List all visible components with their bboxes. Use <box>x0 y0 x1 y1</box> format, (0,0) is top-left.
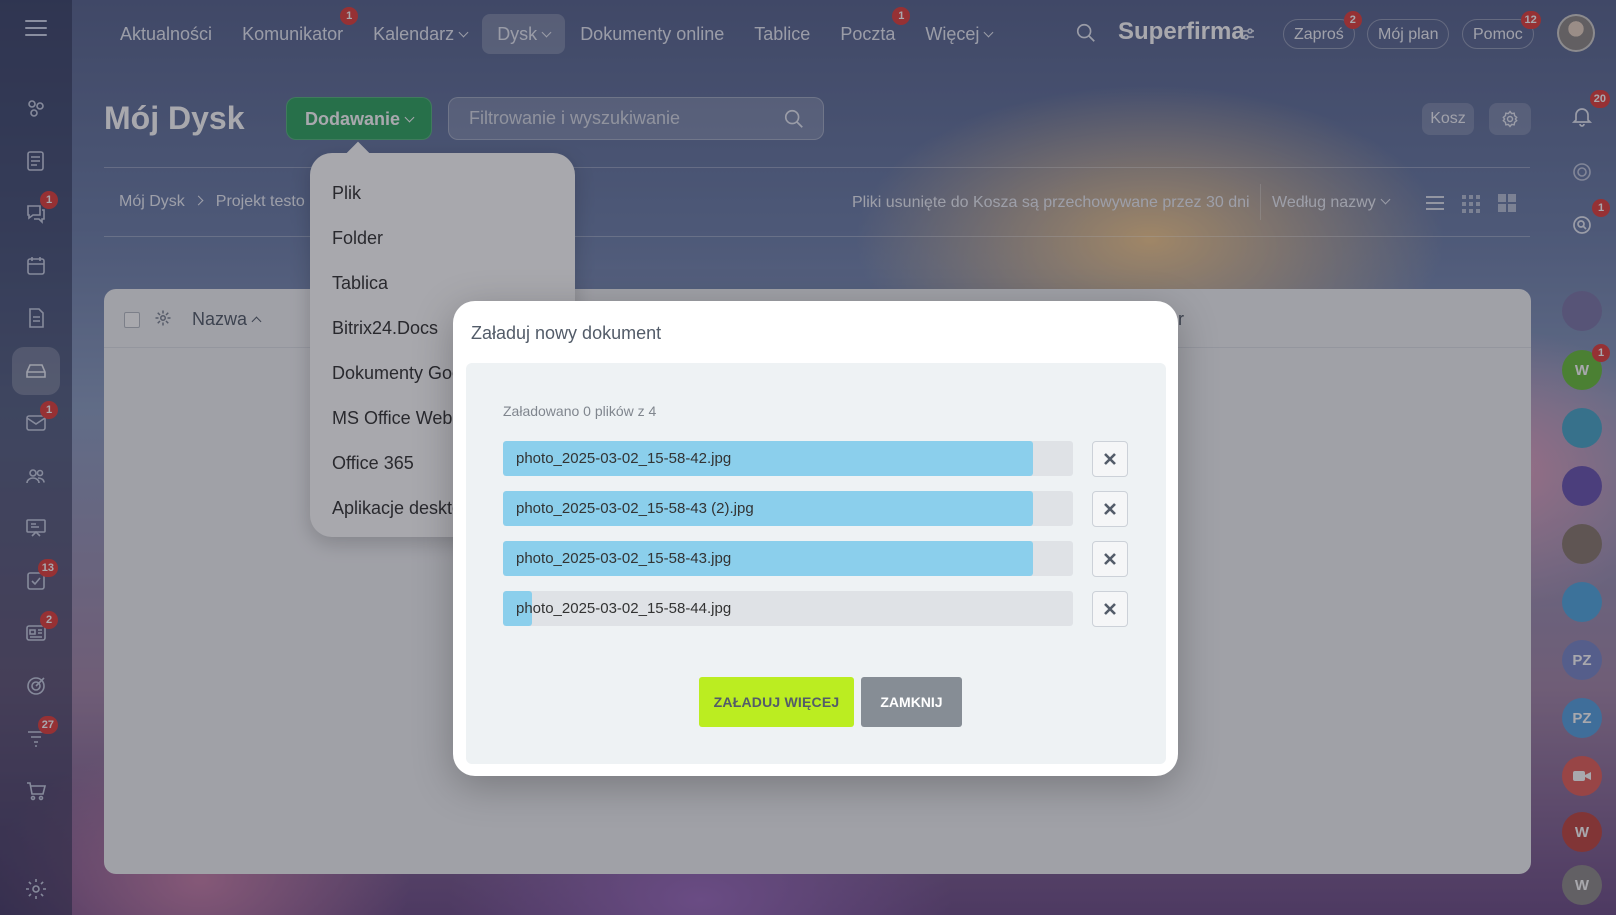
close-icon <box>1104 553 1116 565</box>
upload-file-name: photo_2025-03-02_15-58-44.jpg <box>516 600 732 617</box>
close-icon <box>1104 453 1116 465</box>
dialog-body: Załadowano 0 plików z 4 photo_2025-03-02… <box>466 363 1166 764</box>
upload-file-row: photo_2025-03-02_15-58-43 (2).jpg <box>503 491 1073 526</box>
remove-file-button[interactable] <box>1092 441 1128 477</box>
upload-file-name: photo_2025-03-02_15-58-43.jpg <box>516 550 732 567</box>
upload-file-name: photo_2025-03-02_15-58-42.jpg <box>516 450 732 467</box>
close-button[interactable]: ZAMKNIJ <box>861 677 962 727</box>
dialog-title: Załaduj nowy dokument <box>471 323 662 343</box>
upload-file-row: photo_2025-03-02_15-58-44.jpg <box>503 591 1073 626</box>
upload-file-row: photo_2025-03-02_15-58-43.jpg <box>503 541 1073 576</box>
upload-dialog: Załaduj nowy dokument Załadowano 0 plikó… <box>453 301 1178 776</box>
remove-file-button[interactable] <box>1092 591 1128 627</box>
upload-status: Załadowano 0 plików z 4 <box>503 403 657 419</box>
remove-file-button[interactable] <box>1092 541 1128 577</box>
upload-more-button[interactable]: ZAŁADUJ WIĘCEJ <box>699 677 854 727</box>
close-icon <box>1104 503 1116 515</box>
remove-file-button[interactable] <box>1092 491 1128 527</box>
upload-file-row: photo_2025-03-02_15-58-42.jpg <box>503 441 1073 476</box>
upload-file-name: photo_2025-03-02_15-58-43 (2).jpg <box>516 500 754 517</box>
close-icon <box>1104 603 1116 615</box>
